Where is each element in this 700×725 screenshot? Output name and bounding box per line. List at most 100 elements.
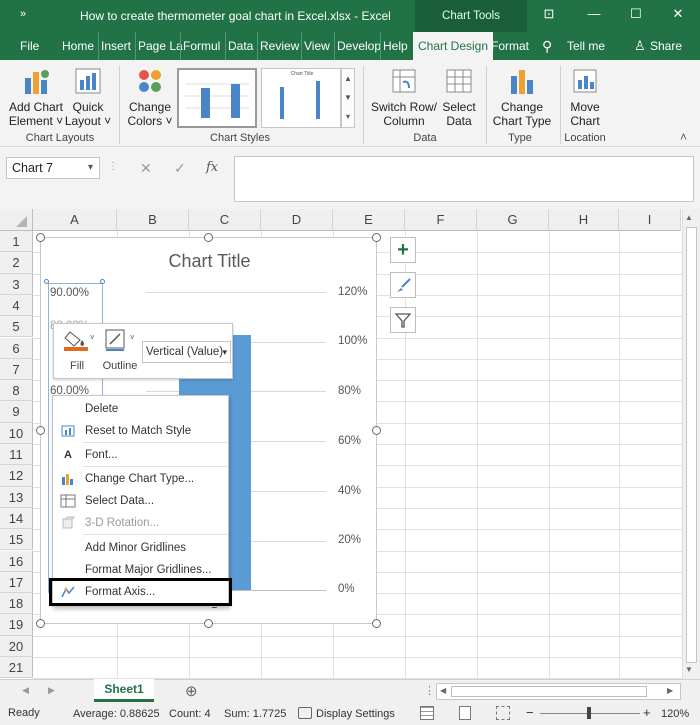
scroll-right-icon[interactable]: ▶ — [667, 686, 673, 695]
menu-item-font[interactable]: A Font... — [53, 444, 228, 466]
row-header[interactable]: 1 — [0, 231, 33, 253]
tab-view[interactable]: View — [301, 32, 332, 60]
quick-access-overflow-icon[interactable]: » — [20, 8, 26, 20]
outline-button[interactable]: ˅ Outline — [100, 328, 144, 376]
vertical-scrollbar[interactable]: ▲ ▼ — [682, 209, 700, 679]
row-header[interactable]: 15 — [0, 529, 33, 551]
close-button[interactable]: ✕ — [664, 6, 692, 26]
tab-home[interactable]: Home — [60, 32, 96, 60]
tab-review[interactable]: Review — [257, 32, 301, 60]
zoom-level[interactable]: 120% — [661, 708, 689, 720]
maximize-button[interactable]: ☐ — [622, 6, 650, 26]
scroll-left-icon[interactable]: ◀ — [440, 686, 446, 695]
chart-style-2-thumbnail[interactable]: Chart Title — [261, 68, 341, 128]
tab-formulas[interactable]: Formul — [180, 32, 222, 60]
tab-split-handle-icon[interactable]: ⋮ — [424, 684, 435, 697]
row-header[interactable]: 13 — [0, 486, 33, 508]
row-header[interactable]: 2 — [0, 252, 33, 274]
row-header[interactable]: 11 — [0, 444, 33, 466]
chart-style-1-thumbnail[interactable] — [177, 68, 257, 128]
add-chart-element-button[interactable]: Add Chart Element ˅ — [6, 66, 66, 128]
change-colors-button[interactable]: Change Colors ˅ — [124, 66, 176, 128]
resize-handle[interactable] — [372, 233, 381, 242]
resize-handle[interactable] — [36, 233, 45, 242]
resize-handle[interactable] — [372, 426, 381, 435]
enter-formula-icon[interactable]: ✓ — [174, 160, 186, 177]
chart-element-selector[interactable]: Vertical (Value) ▾ — [142, 341, 231, 363]
row-header[interactable]: 3 — [0, 273, 33, 295]
chart-filters-funnel-icon[interactable] — [390, 307, 416, 333]
quick-layout-button[interactable]: Quick Layout ˅ — [64, 66, 112, 128]
select-data-button[interactable]: Select Data — [438, 66, 480, 128]
tell-me-search[interactable]: Tell me — [565, 32, 607, 60]
zoom-slider-thumb[interactable] — [587, 707, 591, 719]
row-header[interactable]: 6 — [0, 337, 33, 359]
next-sheet-icon[interactable]: ▶ — [48, 685, 55, 696]
sheet-tab-sheet1[interactable]: Sheet1 — [94, 679, 154, 702]
name-box-dropdown-icon[interactable]: ▾ — [88, 158, 93, 178]
minimize-button[interactable]: — — [580, 6, 608, 26]
prev-sheet-icon[interactable]: ◀ — [22, 685, 29, 696]
insert-function-icon[interactable]: fx — [206, 160, 218, 175]
row-header[interactable]: 18 — [0, 593, 33, 615]
row-header[interactable]: 7 — [0, 358, 33, 381]
column-header[interactable]: B — [117, 209, 189, 231]
column-header[interactable]: D — [261, 209, 333, 231]
name-box[interactable]: Chart 7 ▾ — [6, 157, 100, 179]
row-header[interactable]: 12 — [0, 465, 33, 487]
row-header[interactable]: 14 — [0, 507, 33, 530]
tab-page-layout[interactable]: Page La — [135, 32, 185, 60]
column-header[interactable]: G — [477, 209, 549, 231]
menu-item-add-minor-gridlines[interactable]: Add Minor Gridlines — [53, 537, 228, 559]
chart-styles-brush-icon[interactable] — [390, 272, 416, 298]
zoom-out-button[interactable]: − — [526, 705, 534, 720]
formula-input[interactable] — [234, 156, 694, 202]
row-header[interactable]: 8 — [0, 380, 33, 402]
column-header[interactable]: I — [619, 209, 681, 231]
row-header[interactable]: 19 — [0, 614, 33, 636]
column-header[interactable]: A — [33, 209, 117, 231]
row-header[interactable]: 4 — [0, 294, 33, 317]
resize-handle[interactable] — [204, 233, 213, 242]
tab-help[interactable]: Help — [380, 32, 410, 60]
chart-elements-button[interactable]: + — [390, 237, 416, 263]
resize-handle[interactable] — [36, 619, 45, 628]
menu-item-change-chart-type[interactable]: Change Chart Type... — [53, 468, 228, 490]
cancel-formula-icon[interactable]: ✕ — [140, 160, 152, 177]
menu-item-select-data[interactable]: Select Data... — [53, 490, 228, 512]
tab-developer[interactable]: Develop — [334, 32, 383, 60]
row-header[interactable]: 10 — [0, 422, 33, 444]
resize-handle[interactable] — [372, 619, 381, 628]
zoom-in-button[interactable]: + — [643, 705, 651, 720]
switch-row-column-button[interactable]: Switch Row/ Column — [370, 66, 438, 128]
scroll-up-icon[interactable]: ▲ — [685, 213, 693, 222]
ribbon-display-options-button[interactable]: ⊡ — [535, 6, 563, 26]
horizontal-scrollbar[interactable]: ◀ ▶ — [436, 683, 681, 700]
row-header[interactable]: 20 — [0, 635, 33, 657]
chart-styles-scroll[interactable]: ▲ ▼ ▾ — [341, 68, 355, 128]
menu-item-delete[interactable]: Delete — [53, 398, 228, 420]
resize-handle[interactable] — [36, 426, 45, 435]
scroll-down-icon[interactable]: ▼ — [685, 665, 693, 674]
row-header[interactable]: 9 — [0, 401, 33, 423]
page-layout-view-icon[interactable] — [459, 706, 471, 720]
chart-title[interactable]: Chart Title — [41, 251, 378, 272]
page-break-preview-icon[interactable] — [496, 706, 510, 720]
tab-data[interactable]: Data — [225, 32, 255, 60]
column-header[interactable]: F — [405, 209, 477, 231]
change-chart-type-button[interactable]: Change Chart Type — [490, 66, 554, 128]
tab-file[interactable]: File — [18, 32, 41, 60]
collapse-ribbon-button[interactable]: ˄ — [680, 130, 687, 144]
fill-button[interactable]: ˅ Fill — [62, 328, 102, 376]
share-button[interactable]: Share — [648, 32, 684, 60]
row-header[interactable]: 17 — [0, 571, 33, 594]
menu-item-reset-to-match-style[interactable]: Reset to Match Style — [53, 420, 228, 442]
tab-format[interactable]: Format — [489, 32, 531, 60]
menu-item-3d-rotation[interactable]: 3-D Rotation... — [53, 512, 228, 534]
vertical-scroll-thumb[interactable] — [686, 227, 697, 663]
horizontal-scroll-thumb[interactable] — [451, 686, 647, 697]
tab-insert[interactable]: Insert — [98, 32, 133, 60]
resize-handle[interactable] — [204, 619, 213, 628]
display-settings-button[interactable]: Display Settings — [316, 708, 395, 720]
column-header[interactable]: C — [189, 209, 261, 231]
